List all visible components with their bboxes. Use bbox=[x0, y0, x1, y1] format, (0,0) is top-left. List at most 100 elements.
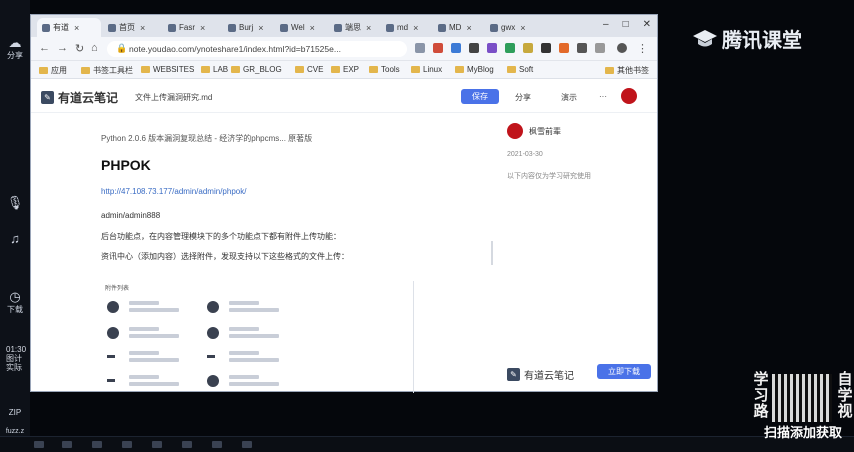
close-window-icon[interactable]: ✕ bbox=[643, 19, 651, 30]
extension-icon[interactable] bbox=[505, 43, 515, 53]
back-icon[interactable]: ← bbox=[39, 42, 50, 54]
present-link[interactable]: 演示 bbox=[561, 92, 577, 103]
list-item bbox=[207, 373, 297, 395]
paragraph-1: 后台功能点，在内容管理模块下的多个功能点下都有附件上传功能： bbox=[101, 232, 341, 241]
music-button[interactable]: ♫ bbox=[3, 232, 27, 246]
list-item bbox=[207, 349, 297, 371]
folder-icon bbox=[605, 67, 614, 74]
window-controls: – □ ✕ bbox=[603, 19, 651, 30]
bookmark-item[interactable]: Soft bbox=[507, 65, 533, 74]
close-icon[interactable]: × bbox=[366, 23, 371, 33]
browser-tab[interactable]: 首页 × bbox=[103, 18, 161, 37]
bookmark-item[interactable]: LAB bbox=[201, 65, 228, 74]
extension-icon[interactable] bbox=[433, 43, 443, 53]
zip-file-icon[interactable]: ZIP bbox=[3, 406, 27, 420]
reload-icon[interactable]: ↻ bbox=[75, 42, 84, 55]
bookmark-item[interactable]: Tools bbox=[369, 65, 400, 74]
tab-favicon bbox=[438, 23, 446, 32]
forward-icon[interactable]: → bbox=[57, 42, 68, 54]
side-item-label: 分享 bbox=[7, 51, 23, 60]
line-icon bbox=[107, 355, 115, 358]
browser-tab[interactable]: md × bbox=[381, 18, 431, 37]
taskbar-item[interactable] bbox=[122, 441, 132, 448]
bookmark-item[interactable]: WEBSITES bbox=[141, 65, 194, 74]
bookmark-item[interactable]: 书签工具栏 bbox=[81, 65, 133, 76]
publish-date: 2021-03-30 bbox=[507, 151, 543, 158]
address-bar[interactable]: 🔒 note.youdao.com/ynoteshare1/index.html… bbox=[107, 41, 407, 57]
bookmark-item[interactable]: 应用 bbox=[39, 65, 67, 76]
taskbar-item[interactable] bbox=[62, 441, 72, 448]
extension-icon[interactable] bbox=[523, 43, 533, 53]
bookmark-item[interactable]: 其他书签 bbox=[605, 65, 649, 76]
browser-tab[interactable]: gwx × bbox=[485, 18, 535, 37]
taskbar-item[interactable] bbox=[92, 441, 102, 448]
bookmark-item[interactable]: CVE bbox=[295, 65, 323, 74]
extension-icon[interactable] bbox=[595, 43, 605, 53]
bookmark-item[interactable]: MyBlog bbox=[455, 65, 494, 74]
taskbar-item[interactable] bbox=[242, 441, 252, 448]
music-icon: ♫ bbox=[10, 231, 20, 246]
youdao-footer-logo[interactable]: ✎ 有道云笔记 bbox=[507, 367, 574, 382]
cloud-icon: ☁ bbox=[8, 35, 22, 50]
credentials-text: admin/admin888 bbox=[101, 211, 161, 220]
extension-icon[interactable] bbox=[541, 43, 551, 53]
close-icon[interactable]: × bbox=[413, 23, 418, 33]
note-meta: 以下内容仅为学习研究使用 bbox=[507, 173, 591, 180]
target-link[interactable]: http://47.108.73.177/admin/admin/phpok/ bbox=[101, 187, 246, 196]
more-icon[interactable]: ··· bbox=[599, 92, 607, 101]
author-row[interactable]: 枫雪前辈 bbox=[507, 123, 561, 139]
line-icon bbox=[207, 355, 215, 358]
scrollbar-thumb[interactable] bbox=[491, 241, 493, 265]
browser-tab[interactable]: MD × bbox=[433, 18, 483, 37]
share-link[interactable]: 分享 bbox=[515, 92, 531, 103]
author-panel: 枫雪前辈 2021-03-30 以下内容仅为学习研究使用 ✎ 有道云笔记 立即下… bbox=[501, 113, 657, 393]
taskbar-item[interactable] bbox=[152, 441, 162, 448]
extension-icon[interactable] bbox=[487, 43, 497, 53]
cloud-share-button[interactable]: ☁ 分享 bbox=[3, 36, 27, 61]
maximize-icon[interactable]: □ bbox=[623, 19, 629, 30]
file-icon bbox=[207, 375, 219, 387]
extension-icon[interactable] bbox=[577, 43, 587, 53]
close-icon[interactable]: × bbox=[200, 23, 205, 33]
browser-tab[interactable]: Burj × bbox=[223, 18, 273, 37]
download-button[interactable]: 立即下载 bbox=[597, 364, 651, 379]
bookmark-item[interactable]: GR_BLOG bbox=[231, 65, 282, 74]
bookmark-item[interactable]: Linux bbox=[411, 65, 442, 74]
profile-icon[interactable] bbox=[617, 43, 627, 53]
save-button[interactable]: 保存 bbox=[461, 89, 499, 104]
browser-tab[interactable]: Wel × bbox=[275, 18, 327, 37]
home-icon[interactable]: ⌂ bbox=[91, 42, 98, 54]
taskbar-item[interactable] bbox=[182, 441, 192, 448]
close-icon[interactable]: × bbox=[520, 23, 525, 33]
extension-icon[interactable] bbox=[559, 43, 569, 53]
menu-icon[interactable]: ⋮ bbox=[637, 42, 648, 55]
taskbar-item[interactable] bbox=[212, 441, 222, 448]
extension-icon[interactable] bbox=[469, 43, 479, 53]
close-icon[interactable]: × bbox=[258, 23, 263, 33]
close-icon[interactable]: × bbox=[310, 23, 315, 33]
close-icon[interactable]: × bbox=[140, 23, 145, 33]
bookmark-item[interactable]: EXP bbox=[331, 65, 359, 74]
browser-tab[interactable]: 有道 × bbox=[37, 18, 101, 37]
qr-code[interactable] bbox=[772, 374, 832, 422]
mic-button[interactable]: 🎙 bbox=[3, 196, 27, 210]
browser-tab[interactable]: 端思 × bbox=[329, 18, 379, 37]
taskbar-item[interactable] bbox=[34, 441, 44, 448]
tab-label: 首页 bbox=[119, 23, 135, 32]
extension-icon[interactable] bbox=[451, 43, 461, 53]
bookmark-star-icon[interactable] bbox=[415, 43, 425, 53]
clock-line: 图计 bbox=[6, 354, 22, 363]
avatar[interactable] bbox=[621, 88, 637, 104]
browser-tab[interactable]: Fasr × bbox=[163, 18, 221, 37]
youdao-logo[interactable]: ✎ 有道云笔记 bbox=[41, 89, 118, 106]
tab-label: md bbox=[397, 23, 409, 32]
brand-text: 腾讯课堂 bbox=[722, 30, 802, 52]
lock-icon: 🔒 bbox=[116, 43, 128, 53]
timer-icon: ◷ bbox=[9, 289, 21, 304]
promo-right-text: 自 学 视 bbox=[837, 371, 853, 420]
minimize-icon[interactable]: – bbox=[603, 19, 609, 30]
tab-favicon bbox=[334, 23, 342, 32]
close-icon[interactable]: × bbox=[74, 23, 79, 33]
close-icon[interactable]: × bbox=[466, 23, 471, 33]
timer-button[interactable]: ◷ 下载 bbox=[3, 290, 27, 315]
